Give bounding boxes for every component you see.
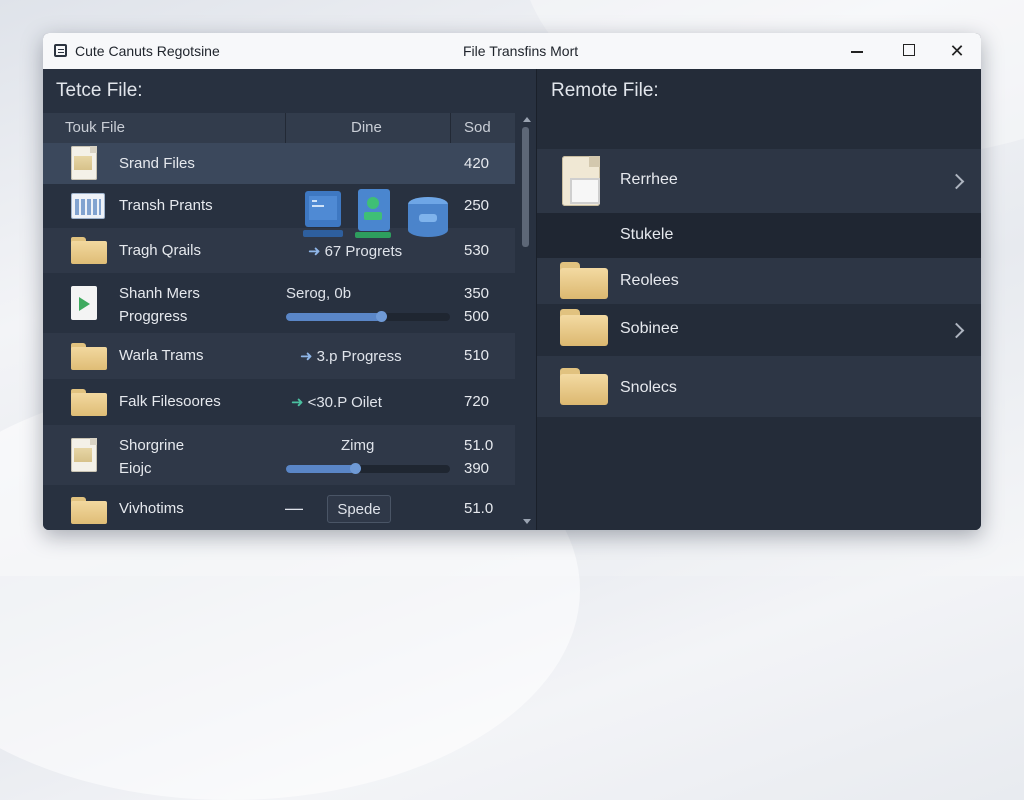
transfer-arrow-icon: ➜ [291,394,304,411]
file-row[interactable]: Srand Files 420 [43,143,515,184]
file-size-secondary: 500 [464,308,490,325]
file-row[interactable]: Warla Trams ➜ 3.p Progress 510 [43,333,515,379]
column-dine[interactable]: Dine [351,113,382,143]
folder-icon [71,389,107,416]
folder-icon [71,497,107,524]
minimize-button[interactable] [833,33,881,69]
window-title: File Transfins Mort [463,43,579,59]
remote-item[interactable]: Reolees [537,258,981,304]
chevron-right-icon[interactable] [948,173,965,190]
progress-bar [286,311,450,322]
file-transfer-window: Cute Canuts Regotsine File Transfins Mor… [43,33,981,530]
file-name-secondary: Proggress [119,308,188,325]
file-size: 350 [464,285,490,302]
calendar-icon [71,193,105,219]
remote-item-name: Sobinee [620,320,679,337]
column-file[interactable]: Touk File [65,113,125,143]
speed-button[interactable]: Spede [327,495,391,523]
remote-item-name: Snolecs [620,379,677,396]
file-name-secondary: Eiojc [119,460,152,477]
file-name: Tragh Qrails [119,242,201,259]
remote-item-name: Reolees [620,272,679,289]
file-size-secondary: 390 [464,460,490,477]
file-name: Shorgrine [119,437,185,454]
document-icon [71,438,97,472]
close-button[interactable]: ✕ [933,33,981,69]
local-pane-title: Tetce File: [56,80,143,101]
remote-file-pane: Remote File: Rerrhee Stukele Reolees Sob… [537,69,981,530]
document-icon [71,146,97,180]
remote-item[interactable]: Stukele [537,213,981,258]
transfer-status: Zimg [341,437,375,454]
folder-icon [71,237,107,264]
scroll-up-icon[interactable] [523,117,531,122]
file-size: 250 [464,197,490,214]
file-size: 51.0 [464,500,494,517]
column-header: Touk File Dine Sod [43,113,515,143]
remote-pane-title: Remote File: [551,80,659,101]
local-file-pane: Tetce File: Touk File Dine Sod Srand Fil… [43,69,536,530]
folder-icon [560,262,608,299]
progress-knob[interactable] [376,311,387,322]
scrollbar-thumb[interactable] [522,127,529,247]
vertical-scrollbar[interactable] [515,113,536,530]
file-size: 530 [464,242,490,259]
remote-item[interactable]: Rerrhee [537,149,981,213]
file-row[interactable]: Shanh Mers Proggress Serog, 0b 350 500 [43,273,515,333]
dragged-files-preview [303,189,453,250]
title-bar[interactable]: Cute Canuts Regotsine File Transfins Mor… [43,33,981,70]
scroll-down-icon[interactable] [523,519,531,524]
maximize-button[interactable] [885,33,933,69]
user-document-icon [355,189,391,238]
app-icon [54,44,67,57]
folder-icon [71,343,107,370]
file-name: Falk Filesoores [119,393,221,410]
file-size: 51.0 [464,437,494,454]
file-size: 720 [464,393,490,410]
video-file-icon [71,286,97,320]
file-name: Srand Files [119,155,195,172]
document-icon [562,156,604,208]
transfer-arrow-icon: ➜ [300,348,313,365]
progress-knob[interactable] [350,463,361,474]
transfer-status: ➜ 3.p Progress [300,348,402,365]
transfer-status: Serog, 0b [286,285,352,302]
file-name: Warla Trams [119,347,204,364]
remote-item[interactable]: Sobinee [537,304,981,356]
file-size: 420 [464,155,490,172]
remote-item-name: Stukele [620,226,674,243]
folder-icon [560,368,608,405]
database-icon [408,197,448,237]
remote-item-name: Rerrhee [620,171,678,188]
file-name: Transh Prants [119,197,213,214]
folder-icon [560,309,608,346]
file-name: Shanh Mers [119,285,200,302]
file-row[interactable]: Shorgrine Eiojc Zimg 51.0 390 [43,425,515,485]
remote-item[interactable]: Snolecs [537,356,981,417]
file-row[interactable]: Falk Filesoores ➜ <30.P Oilet 720 [43,379,515,425]
progress-bar [286,463,450,474]
file-size: 510 [464,347,490,364]
chevron-right-icon[interactable] [948,322,965,339]
column-size[interactable]: Sod [464,113,491,143]
decrease-button[interactable]: — [279,496,309,522]
transfer-status: ➜ <30.P Oilet [291,394,382,411]
file-name: Vivhotims [119,500,184,517]
monitor-icon [303,191,343,237]
file-row[interactable]: Vivhotims — Spede 51.0 [43,485,515,530]
app-name: Cute Canuts Regotsine [75,43,220,59]
